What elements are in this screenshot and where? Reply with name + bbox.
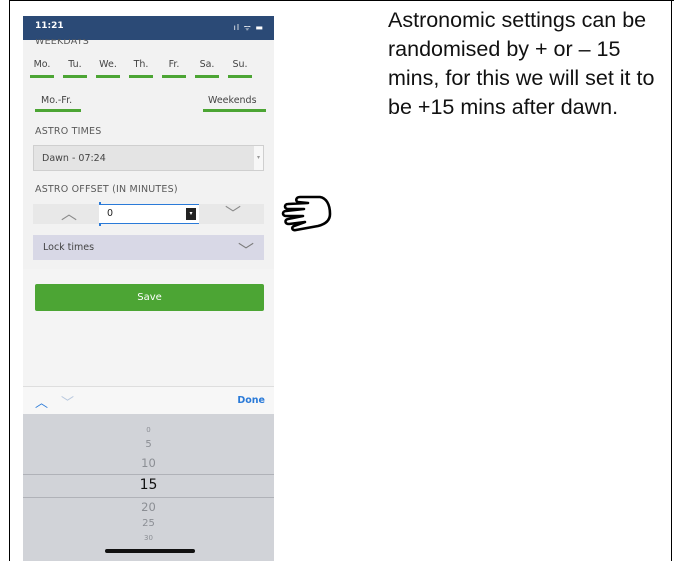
day-sunday[interactable]: Su.: [229, 59, 251, 70]
frame-top-border: [9, 0, 674, 1]
picker-option[interactable]: 0: [23, 426, 274, 434]
weekdays-group-button[interactable]: Mo.-Fr.: [41, 95, 72, 106]
frame-right-border: [671, 0, 672, 561]
home-indicator: [105, 549, 195, 553]
day-wednesday[interactable]: We.: [97, 59, 119, 70]
day-saturday-indicator: [195, 75, 219, 78]
astro-times-label: ASTRO TIMES: [35, 126, 102, 137]
astro-offset-label: ASTRO OFFSET (IN MINUTES): [35, 184, 178, 195]
day-monday[interactable]: Mo.: [31, 59, 53, 70]
astro-offset-input[interactable]: 0 ▾: [99, 204, 199, 224]
offset-increase-chevron-up-icon[interactable]: ︿: [49, 204, 89, 224]
day-thursday[interactable]: Th.: [130, 59, 152, 70]
keyboard-toolbar: ︿ ﹀ Done: [23, 386, 274, 415]
picker-option[interactable]: 30: [23, 534, 274, 540]
day-tuesday-indicator: [63, 75, 87, 78]
day-monday-indicator: [30, 75, 54, 78]
lock-times-label: Lock times: [43, 242, 95, 253]
chevron-down-icon: ﹀: [237, 241, 254, 260]
explanation-text: Astronomic settings can be randomised by…: [388, 8, 655, 119]
day-tuesday[interactable]: Tu.: [64, 59, 86, 70]
status-time: 11:21: [35, 21, 64, 31]
picker-selection-top-line: [23, 474, 274, 475]
picker-option[interactable]: 10: [23, 456, 274, 470]
form-footer: Save: [23, 269, 274, 389]
picker-selection-bottom-line: [23, 497, 274, 498]
picker-selected-option[interactable]: 15: [23, 477, 274, 493]
previous-field-chevron-up-icon[interactable]: ︿: [35, 392, 48, 411]
select-caret-icon: ▾: [254, 146, 263, 170]
status-bar: 11:21 ıl ᯤ ▬: [23, 16, 274, 40]
astro-times-value: Dawn - 07:24: [42, 153, 106, 164]
save-button[interactable]: Save: [35, 284, 264, 311]
astro-offset-value: 0: [107, 208, 114, 219]
offset-decrease-chevron-down-icon[interactable]: ﹀: [213, 204, 253, 224]
lock-times-select[interactable]: Lock times ﹀: [33, 235, 264, 260]
phone-screenshot: 11:21 ıl ᯤ ▬ WEEKDAYS Mo. Tu. We. Th. Fr…: [23, 16, 274, 561]
weekdays-label: WEEKDAYS: [35, 39, 89, 47]
done-button[interactable]: Done: [237, 395, 265, 406]
dropdown-arrow-icon[interactable]: ▾: [186, 208, 196, 220]
day-sunday-indicator: [228, 75, 252, 78]
picker-option[interactable]: 25: [23, 518, 274, 529]
day-thursday-indicator: [129, 75, 153, 78]
day-friday[interactable]: Fr.: [163, 59, 185, 70]
pointing-hand-icon: [281, 195, 332, 232]
frame-left-border: [9, 0, 10, 561]
weekdays-group-indicator: [35, 109, 81, 112]
astro-times-select[interactable]: Dawn - 07:24 ▾: [33, 145, 264, 171]
next-field-chevron-down-icon[interactable]: ﹀: [61, 392, 74, 411]
day-saturday[interactable]: Sa.: [196, 59, 218, 70]
number-picker-wheel[interactable]: 0 5 10 15 20 25 30: [23, 414, 274, 561]
day-wednesday-indicator: [96, 75, 120, 78]
weekends-group-indicator: [203, 109, 266, 112]
day-friday-indicator: [162, 75, 186, 78]
picker-option[interactable]: 5: [23, 439, 274, 450]
signal-wifi-battery-icon: ıl ᯤ ▬: [233, 23, 264, 32]
picker-option[interactable]: 20: [23, 500, 274, 514]
astro-offset-stepper: ︿ 0 ▾ ﹀: [33, 202, 264, 226]
weekends-group-button[interactable]: Weekends: [208, 95, 257, 106]
